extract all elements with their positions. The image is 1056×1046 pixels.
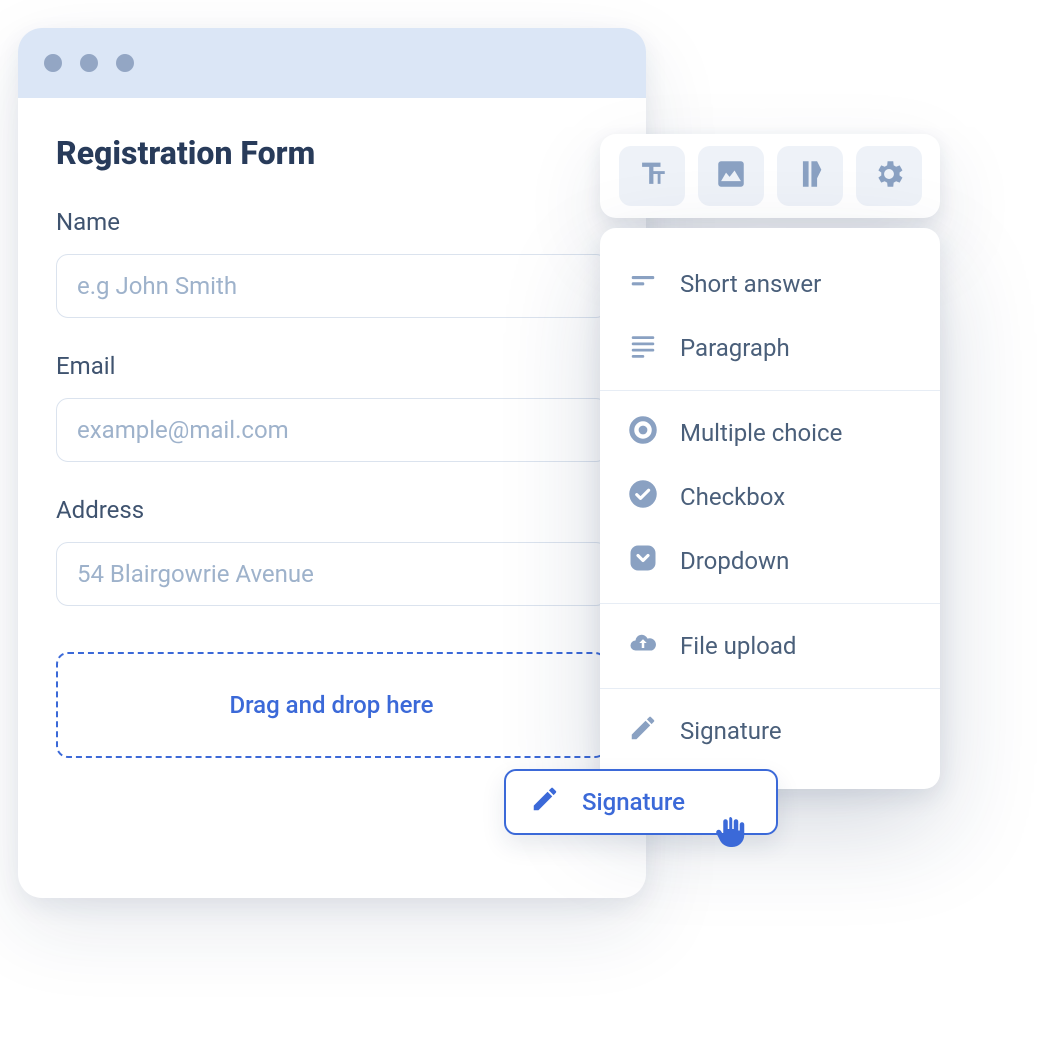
paragraph-icon [628, 330, 658, 366]
text-icon [635, 157, 669, 195]
toolbar-theme-button[interactable] [777, 146, 843, 206]
window-dot [80, 54, 98, 72]
dropzone[interactable]: Drag and drop here [56, 652, 607, 758]
window-dot [116, 54, 134, 72]
panel-item-label: Signature [680, 717, 782, 745]
panel-item-multiple-choice[interactable]: Multiple choice [600, 401, 940, 465]
address-input[interactable]: 54 Blairgowrie Avenue [56, 542, 608, 606]
elements-panel: Short answer Paragraph Multiple choice [600, 228, 940, 789]
dropdown-icon [628, 543, 658, 579]
theme-icon [793, 157, 827, 195]
image-icon [714, 157, 748, 195]
panel-item-checkbox[interactable]: Checkbox [600, 465, 940, 529]
toolbar-settings-button[interactable] [856, 146, 922, 206]
panel-item-paragraph[interactable]: Paragraph [600, 316, 940, 380]
form-title: Registration Form [56, 134, 608, 172]
field-email: Email example@mail.com [56, 352, 608, 462]
panel-item-file-upload[interactable]: File upload [600, 614, 940, 678]
toolbar-image-button[interactable] [698, 146, 764, 206]
name-input[interactable]: e.g John Smith [56, 254, 608, 318]
checkbox-icon [628, 479, 658, 515]
email-input[interactable]: example@mail.com [56, 398, 608, 462]
field-name: Name e.g John Smith [56, 208, 608, 318]
panel-item-short-answer[interactable]: Short answer [600, 252, 940, 316]
panel-item-label: Dropdown [680, 547, 789, 575]
drag-chip-label: Signature [582, 788, 685, 816]
field-label: Email [56, 352, 608, 380]
toolbar [600, 134, 940, 218]
short-answer-icon [628, 266, 658, 302]
panel-item-label: Short answer [680, 270, 821, 298]
window-dot [44, 54, 62, 72]
panel-item-dropdown[interactable]: Dropdown [600, 529, 940, 593]
window-titlebar [18, 28, 646, 98]
panel-item-label: Multiple choice [680, 419, 842, 447]
field-address: Address 54 Blairgowrie Avenue [56, 496, 608, 606]
form-window: Registration Form Name e.g John Smith Em… [18, 28, 646, 898]
radio-icon [628, 415, 658, 451]
panel-item-label: Checkbox [680, 483, 785, 511]
signature-icon [628, 713, 658, 749]
grab-cursor-icon [712, 814, 748, 850]
panel-item-label: File upload [680, 632, 796, 660]
field-label: Address [56, 496, 608, 524]
toolbar-text-button[interactable] [619, 146, 685, 206]
panel-item-signature[interactable]: Signature [600, 699, 940, 763]
upload-icon [628, 628, 658, 664]
panel-item-label: Paragraph [680, 334, 790, 362]
gear-icon [872, 157, 906, 195]
field-label: Name [56, 208, 608, 236]
signature-icon [530, 784, 560, 820]
